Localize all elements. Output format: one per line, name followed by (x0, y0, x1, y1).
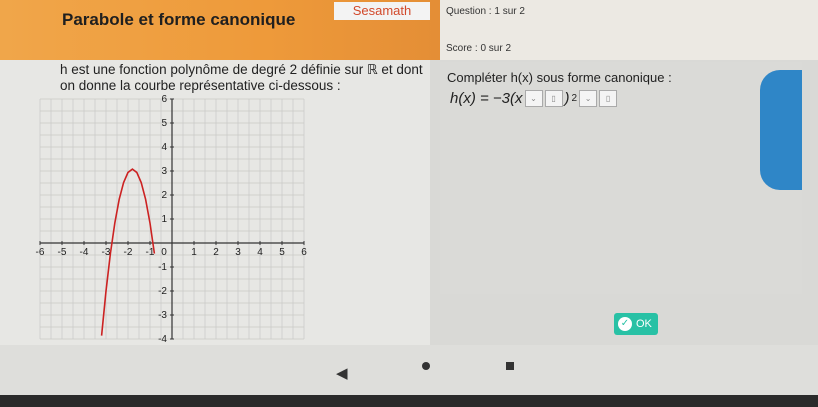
y-tick-label: -3 (158, 310, 167, 321)
screen: Parabole et forme canonique Sesamath Que… (0, 0, 818, 395)
function-graph: -6 -5 -4 -3 -2 -1 0 1 2 3 4 5 6-4-3-2-1123456 (36, 95, 308, 345)
ok-label: OK (636, 318, 652, 330)
x-tick-label: 1 (191, 247, 197, 258)
score-display: Score : 0 sur 2 (446, 43, 512, 54)
x-tick-label: 3 (235, 247, 241, 258)
x-tick-label: -5 (58, 247, 67, 258)
formula-exponent: 2 (571, 93, 578, 104)
question-instruction: Compléter h(x) sous forme canonique : (447, 70, 672, 85)
x-tick-label: 5 (279, 247, 285, 258)
problem-text: h est une fonction polynôme de degré 2 d… (60, 62, 423, 93)
y-tick-label: 4 (161, 142, 167, 153)
y-tick-label: -1 (158, 262, 167, 273)
x-tick-label: 4 (257, 247, 263, 258)
side-toolbar[interactable] (760, 70, 802, 190)
recents-icon[interactable] (506, 362, 514, 370)
y-tick-label: 3 (161, 166, 167, 177)
value-input-1[interactable]: ▯ (544, 90, 563, 107)
x-tick-label: -6 (36, 247, 45, 258)
question-counter: Question : 1 sur 2 (446, 6, 525, 17)
y-tick-label: 6 (161, 95, 167, 105)
x-tick-label: -4 (80, 247, 89, 258)
formula-lhs: h(x) = −3(x (450, 90, 523, 107)
sign-select-2[interactable]: ⌄ (579, 90, 598, 107)
system-nav-bar (0, 345, 818, 395)
home-icon[interactable] (422, 362, 430, 370)
y-tick-label: -2 (158, 286, 167, 297)
value-input-2[interactable]: ▯ (599, 90, 618, 107)
y-tick-label: 1 (161, 214, 167, 225)
ok-button[interactable]: ✓ OK (614, 313, 658, 335)
x-tick-label: 6 (301, 247, 307, 258)
page-title: Parabole et forme canonique (62, 10, 296, 29)
y-tick-label: 5 (161, 118, 167, 129)
sign-select-1[interactable]: ⌄ (524, 90, 543, 107)
x-tick-label: 2 (213, 247, 219, 258)
y-tick-label: -4 (158, 334, 167, 345)
x-tick-label: -2 (124, 247, 133, 258)
back-icon[interactable]: ◀ (336, 364, 348, 382)
formula: h(x) = −3(x ⌄ ▯ ) 2 ⌄ ▯ (450, 90, 618, 107)
formula-paren: ) (564, 90, 570, 107)
y-tick-label: 2 (161, 190, 167, 201)
brand-logo: Sesamath (334, 2, 430, 20)
x-tick-label: 0 (161, 247, 167, 258)
check-icon: ✓ (618, 317, 632, 331)
